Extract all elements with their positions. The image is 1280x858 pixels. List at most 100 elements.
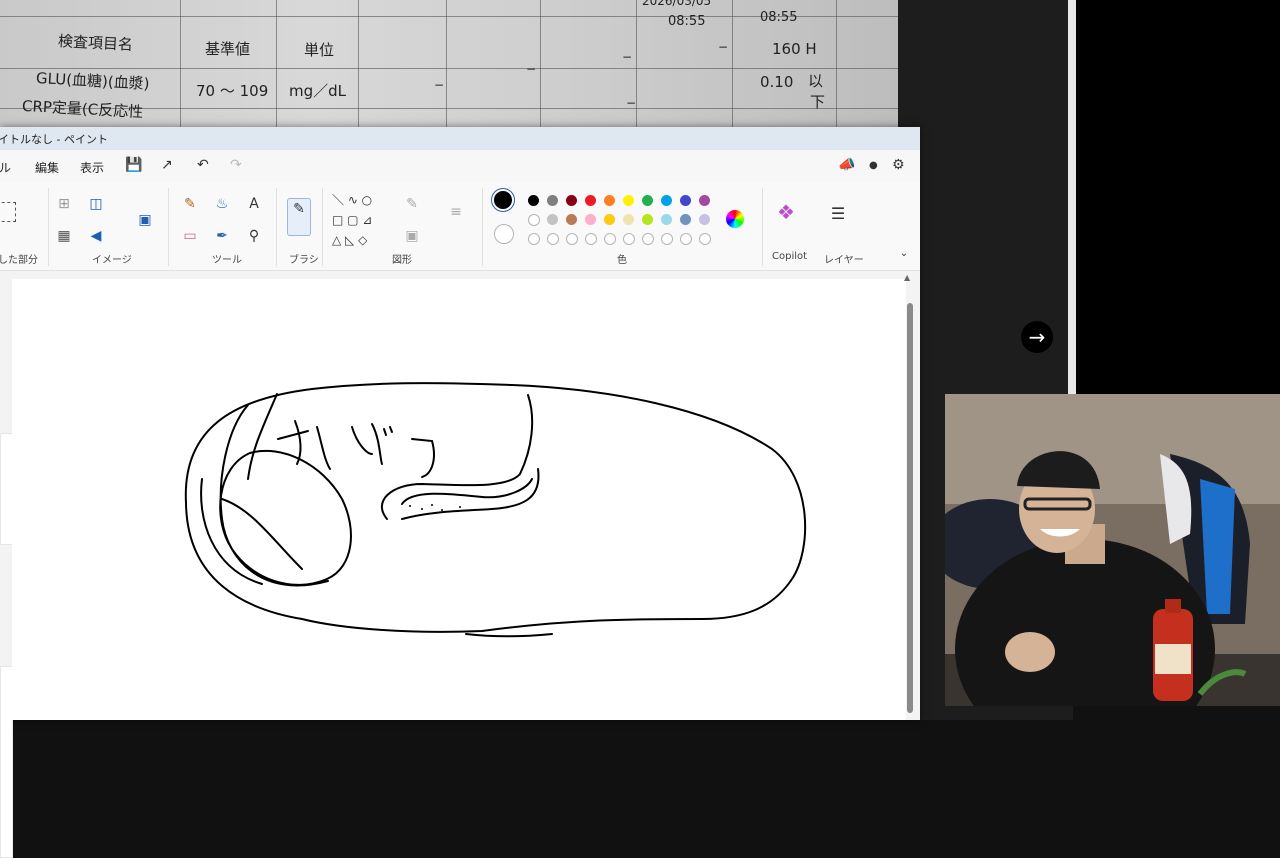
layers-icon[interactable]: ☰ bbox=[828, 204, 848, 224]
custom-color-slot[interactable] bbox=[566, 233, 578, 245]
table-line bbox=[446, 0, 447, 128]
scroll-up-icon[interactable]: ▲ bbox=[904, 273, 910, 282]
edit-colors-icon[interactable] bbox=[726, 210, 744, 228]
color-picker-icon[interactable]: ✒ bbox=[212, 226, 232, 246]
copilot-icon[interactable]: ❖ bbox=[776, 202, 796, 222]
color-swatch[interactable] bbox=[566, 214, 577, 225]
table-line bbox=[180, 0, 181, 128]
vertical-scrollbar[interactable] bbox=[907, 303, 913, 713]
group-label-brush: ブラシ bbox=[289, 255, 319, 266]
custom-color-slot[interactable] bbox=[528, 233, 540, 245]
drawing-canvas[interactable] bbox=[12, 279, 906, 720]
color-swatch[interactable] bbox=[623, 214, 634, 225]
ribbon-separator bbox=[48, 188, 49, 266]
outline-icon[interactable]: ✎ bbox=[402, 194, 422, 214]
color-swatch[interactable] bbox=[699, 214, 710, 225]
select-rectangle-icon[interactable] bbox=[0, 202, 16, 222]
color-swatch[interactable] bbox=[528, 214, 540, 226]
color-swatch[interactable] bbox=[585, 214, 596, 225]
settings-gear-icon[interactable]: ⚙ bbox=[892, 157, 905, 173]
group-label-colors: 色 bbox=[617, 255, 627, 266]
color-swatch[interactable] bbox=[642, 195, 653, 206]
menu-edit[interactable]: 編集 bbox=[35, 159, 59, 176]
color-swatch[interactable] bbox=[604, 195, 615, 206]
feedback-icon[interactable]: 📣 bbox=[838, 157, 855, 173]
text-icon[interactable]: A bbox=[244, 194, 264, 214]
color-swatch[interactable] bbox=[585, 195, 596, 206]
menu-view[interactable]: 表示 bbox=[80, 159, 104, 176]
custom-color-slot[interactable] bbox=[680, 233, 692, 245]
arrow-right-icon[interactable]: → bbox=[1021, 321, 1053, 353]
color-swatch[interactable] bbox=[680, 195, 691, 206]
dash: − bbox=[434, 78, 445, 92]
custom-color-slot[interactable] bbox=[661, 233, 673, 245]
account-icon[interactable]: ● bbox=[869, 160, 878, 171]
size-icon[interactable]: ≡ bbox=[446, 202, 466, 222]
color-swatch[interactable] bbox=[547, 195, 558, 206]
crop-icon[interactable]: ⊞ bbox=[54, 194, 74, 214]
resize-icon[interactable]: ◫ bbox=[86, 194, 106, 214]
dash: − bbox=[622, 50, 633, 64]
group-label-selection: した部分 bbox=[0, 255, 38, 266]
redo-icon[interactable]: ↷ bbox=[230, 157, 242, 173]
chevron-down-icon[interactable]: ⌄ bbox=[894, 244, 914, 264]
value-2: 0.10 bbox=[760, 73, 794, 91]
color-swatch[interactable] bbox=[642, 214, 653, 225]
color-swatch[interactable] bbox=[680, 214, 691, 225]
table-line bbox=[276, 0, 277, 128]
undo-icon[interactable]: ↶ bbox=[197, 157, 209, 173]
window-title: イトルなし - ペイント bbox=[0, 133, 108, 146]
ribbon: した部分 ⊞ ◫ ▦ ◀ ▣ イメージ ✎ ♨ A ▭ ✒ ⚲ ツール ✎ ブラ… bbox=[0, 182, 920, 271]
select-all-icon[interactable]: ▦ bbox=[54, 226, 74, 246]
color-swatch[interactable] bbox=[699, 195, 710, 206]
table-line bbox=[732, 0, 733, 128]
dash: − bbox=[526, 62, 537, 76]
paint-window: イトルなし - ペイント ル 編集 表示 💾 ↗ ↶ ↷ 📣 ● ⚙ した部分 … bbox=[0, 127, 920, 858]
row1-unit: mg／dL bbox=[289, 82, 347, 100]
shapes-gallery-icon[interactable]: ＼ ∿ ○ □ ▢ ⊿ △ ◺ ◇ bbox=[332, 190, 392, 247]
primary-color-swatch[interactable] bbox=[494, 191, 512, 209]
row2-name: CRP定量(C反応性 bbox=[21, 96, 144, 122]
ribbon-separator bbox=[168, 188, 169, 266]
eraser-icon[interactable]: ▭ bbox=[180, 226, 200, 246]
custom-color-slot[interactable] bbox=[604, 233, 616, 245]
ribbon-separator bbox=[322, 188, 323, 266]
table-line bbox=[540, 0, 541, 128]
save-icon[interactable]: 💾 bbox=[125, 157, 142, 173]
image-creator-icon[interactable]: ▣ bbox=[135, 210, 155, 230]
pencil-icon[interactable]: ✎ bbox=[180, 194, 200, 214]
color-swatch[interactable] bbox=[528, 195, 539, 206]
group-label-copilot: Copilot bbox=[772, 251, 808, 262]
ribbon-separator bbox=[762, 188, 763, 266]
color-swatch[interactable] bbox=[604, 214, 615, 225]
canvas-area bbox=[0, 271, 906, 858]
custom-color-slot[interactable] bbox=[642, 233, 654, 245]
fill-bucket-icon[interactable]: ♨ bbox=[212, 194, 232, 214]
webcam-feed bbox=[945, 394, 1280, 706]
row1-name: GLU(血糖)(血漿) bbox=[35, 69, 150, 93]
magnifier-icon[interactable]: ⚲ bbox=[244, 226, 264, 246]
fill-icon[interactable]: ▣ bbox=[402, 226, 422, 246]
window-edge bbox=[1068, 0, 1076, 395]
brush-icon[interactable]: ✎ bbox=[287, 198, 311, 236]
color-swatch[interactable] bbox=[623, 195, 634, 206]
custom-color-slot[interactable] bbox=[547, 233, 559, 245]
custom-color-slot[interactable] bbox=[585, 233, 597, 245]
color-swatch[interactable] bbox=[566, 195, 577, 206]
ribbon-separator bbox=[276, 188, 277, 266]
custom-color-slot[interactable] bbox=[623, 233, 635, 245]
color-swatch[interactable] bbox=[547, 214, 558, 225]
title-bar: イトルなし - ペイント bbox=[0, 127, 920, 150]
value-2-flag-a: 以 bbox=[808, 72, 824, 90]
time-2: 08:55 bbox=[760, 10, 798, 25]
menu-file[interactable]: ル bbox=[0, 159, 11, 176]
secondary-color-swatch[interactable] bbox=[494, 224, 514, 244]
color-swatch[interactable] bbox=[661, 195, 672, 206]
time-1: 08:55 bbox=[668, 14, 706, 29]
row1-range: 70 ～ 109 bbox=[196, 82, 269, 100]
color-swatch[interactable] bbox=[661, 214, 672, 225]
share-icon[interactable]: ↗ bbox=[161, 157, 173, 173]
rotate-icon[interactable]: ◀ bbox=[86, 226, 106, 246]
header-reference: 基準値 bbox=[205, 40, 251, 58]
custom-color-slot[interactable] bbox=[699, 233, 711, 245]
